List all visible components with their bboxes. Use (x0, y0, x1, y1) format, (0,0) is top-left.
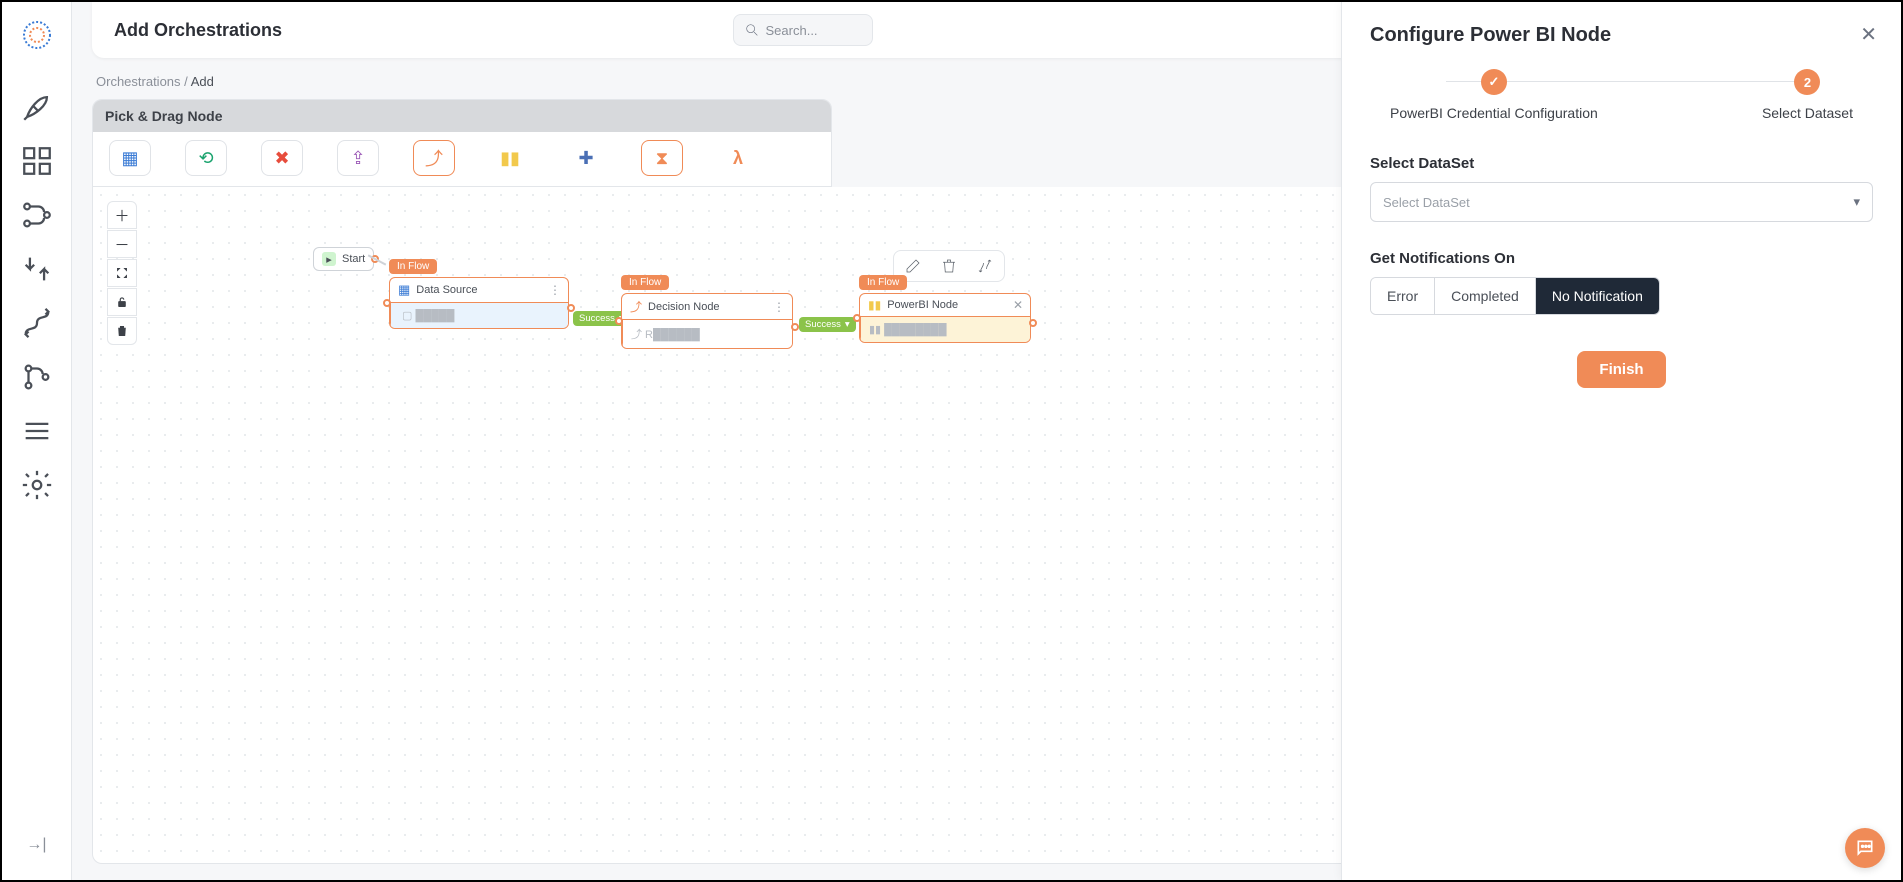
port-icon[interactable] (615, 317, 623, 325)
branch-icon: ⤴ (630, 298, 642, 315)
node-row: ⤴ R██████ (622, 320, 792, 348)
node-palette: Pick & Drag Node ▦ ⟲ ✖ ⇪ ⤴ ▮▮ ✚ ⧗ λ (92, 99, 832, 187)
sidebar-item-flow[interactable] (20, 198, 54, 232)
start-label: Start (342, 253, 365, 265)
inflow-tag: In Flow (859, 275, 907, 290)
search-icon (744, 22, 760, 38)
edit-icon[interactable] (904, 257, 922, 275)
sidebar-item-route[interactable] (20, 306, 54, 340)
delete-button[interactable] (107, 317, 137, 345)
sidebar-item-swap[interactable] (20, 252, 54, 286)
palette-node-lambda[interactable]: λ (717, 140, 759, 176)
zoom-in-button[interactable]: ＋ (107, 201, 137, 229)
notify-option-none[interactable]: No Notification (1536, 278, 1659, 314)
start-node[interactable]: ▸ Start (313, 247, 374, 271)
notify-label: Get Notifications On (1370, 250, 1873, 267)
palette-node-cancel[interactable]: ✖ (261, 140, 303, 176)
powerbi-icon: ▮▮ (868, 298, 881, 312)
stepper: ✓ PowerBI Credential Configuration 2 Sel… (1390, 69, 1853, 121)
step-1: ✓ PowerBI Credential Configuration (1390, 69, 1598, 121)
kebab-icon[interactable]: ⋮ (773, 300, 784, 314)
main: Add Orchestrations Search... Default ⌄ 8 (72, 2, 1901, 880)
close-icon[interactable]: ✕ (1013, 298, 1022, 312)
palette-node-branch[interactable]: ⤴ (413, 140, 455, 176)
step-label: PowerBI Credential Configuration (1390, 105, 1598, 121)
palette-header: Pick & Drag Node (93, 100, 831, 132)
port-icon[interactable] (791, 323, 799, 331)
sidebar-item-settings[interactable] (20, 468, 54, 502)
logo-icon (20, 18, 54, 52)
config-title: Configure Power BI Node (1370, 24, 1873, 47)
palette-node-datasource[interactable]: ▦ (109, 140, 151, 176)
chevron-down-icon: ▾ (1853, 194, 1860, 210)
palette-node-transform[interactable]: ⟲ (185, 140, 227, 176)
finish-button[interactable]: Finish (1577, 351, 1665, 388)
chat-button[interactable] (1845, 828, 1885, 868)
kebab-icon[interactable]: ⋮ (549, 283, 560, 297)
trash-icon[interactable] (940, 257, 958, 275)
datasource-icon: ▦ (398, 282, 410, 298)
port-icon[interactable] (853, 314, 861, 322)
palette-node-timer[interactable]: ⧗ (641, 140, 683, 176)
route-icon[interactable] (976, 257, 994, 275)
check-icon: ✓ (1481, 69, 1507, 95)
breadcrumb-root[interactable]: Orchestrations (96, 74, 181, 89)
success-chip: Success▾ (799, 317, 856, 332)
inflow-tag: In Flow (389, 259, 437, 274)
sidebar-item-dashboard[interactable] (20, 144, 54, 178)
node-title: Data Source (416, 284, 477, 296)
dataset-label: Select DataSet (1370, 155, 1873, 172)
port-icon[interactable] (383, 299, 391, 307)
sidebar-item-rocket[interactable] (20, 90, 54, 124)
zoom-out-button[interactable]: － (107, 230, 137, 258)
port-icon[interactable] (1029, 319, 1037, 327)
step-2: 2 Select Dataset (1762, 69, 1853, 121)
node-title: Decision Node (648, 301, 720, 313)
config-panel: Configure Power BI Node ✕ ✓ PowerBI Cred… (1341, 2, 1901, 880)
node-title: PowerBI Node (887, 299, 958, 311)
node-row: ▢ █████ (390, 303, 568, 328)
play-icon: ▸ (322, 252, 336, 266)
breadcrumb-sep: / (184, 74, 188, 89)
step-number: 2 (1794, 69, 1820, 95)
lock-button[interactable] (107, 288, 137, 316)
sidebar-item-list[interactable] (20, 414, 54, 448)
step-label: Select Dataset (1762, 105, 1853, 121)
select-placeholder: Select DataSet (1383, 195, 1470, 210)
palette-node-tableau[interactable]: ✚ (565, 140, 607, 176)
sidebar-collapse-icon[interactable]: →| (26, 836, 46, 854)
chat-icon (1855, 838, 1875, 858)
node-row: ▮▮ ████████ (860, 317, 1030, 342)
sidebar: →| (2, 2, 72, 880)
search-input[interactable]: Search... (733, 14, 873, 46)
node-action-toolbar (893, 250, 1005, 282)
breadcrumb-current: Add (191, 74, 214, 89)
powerbi-node[interactable]: ▮▮ PowerBI Node ✕ ▮▮ ████████ (859, 293, 1031, 343)
notify-option-error[interactable]: Error (1371, 278, 1435, 314)
data-source-node[interactable]: ▦ Data Source ⋮ ▢ █████ (389, 277, 569, 329)
palette-node-upload[interactable]: ⇪ (337, 140, 379, 176)
canvas-controls: ＋ － (107, 201, 137, 345)
page-title: Add Orchestrations (114, 20, 282, 41)
notify-button-group: Error Completed No Notification (1370, 277, 1660, 315)
palette-node-powerbi[interactable]: ▮▮ (489, 140, 531, 176)
fit-button[interactable] (107, 259, 137, 287)
inflow-tag: In Flow (621, 275, 669, 290)
search-placeholder: Search... (766, 23, 818, 38)
decision-node[interactable]: ⤴ Decision Node ⋮ ⤴ R██████ (621, 293, 793, 349)
notify-option-completed[interactable]: Completed (1435, 278, 1536, 314)
close-panel-icon[interactable]: ✕ (1860, 22, 1877, 47)
sidebar-item-git[interactable] (20, 360, 54, 394)
dataset-select[interactable]: Select DataSet ▾ (1370, 182, 1873, 222)
